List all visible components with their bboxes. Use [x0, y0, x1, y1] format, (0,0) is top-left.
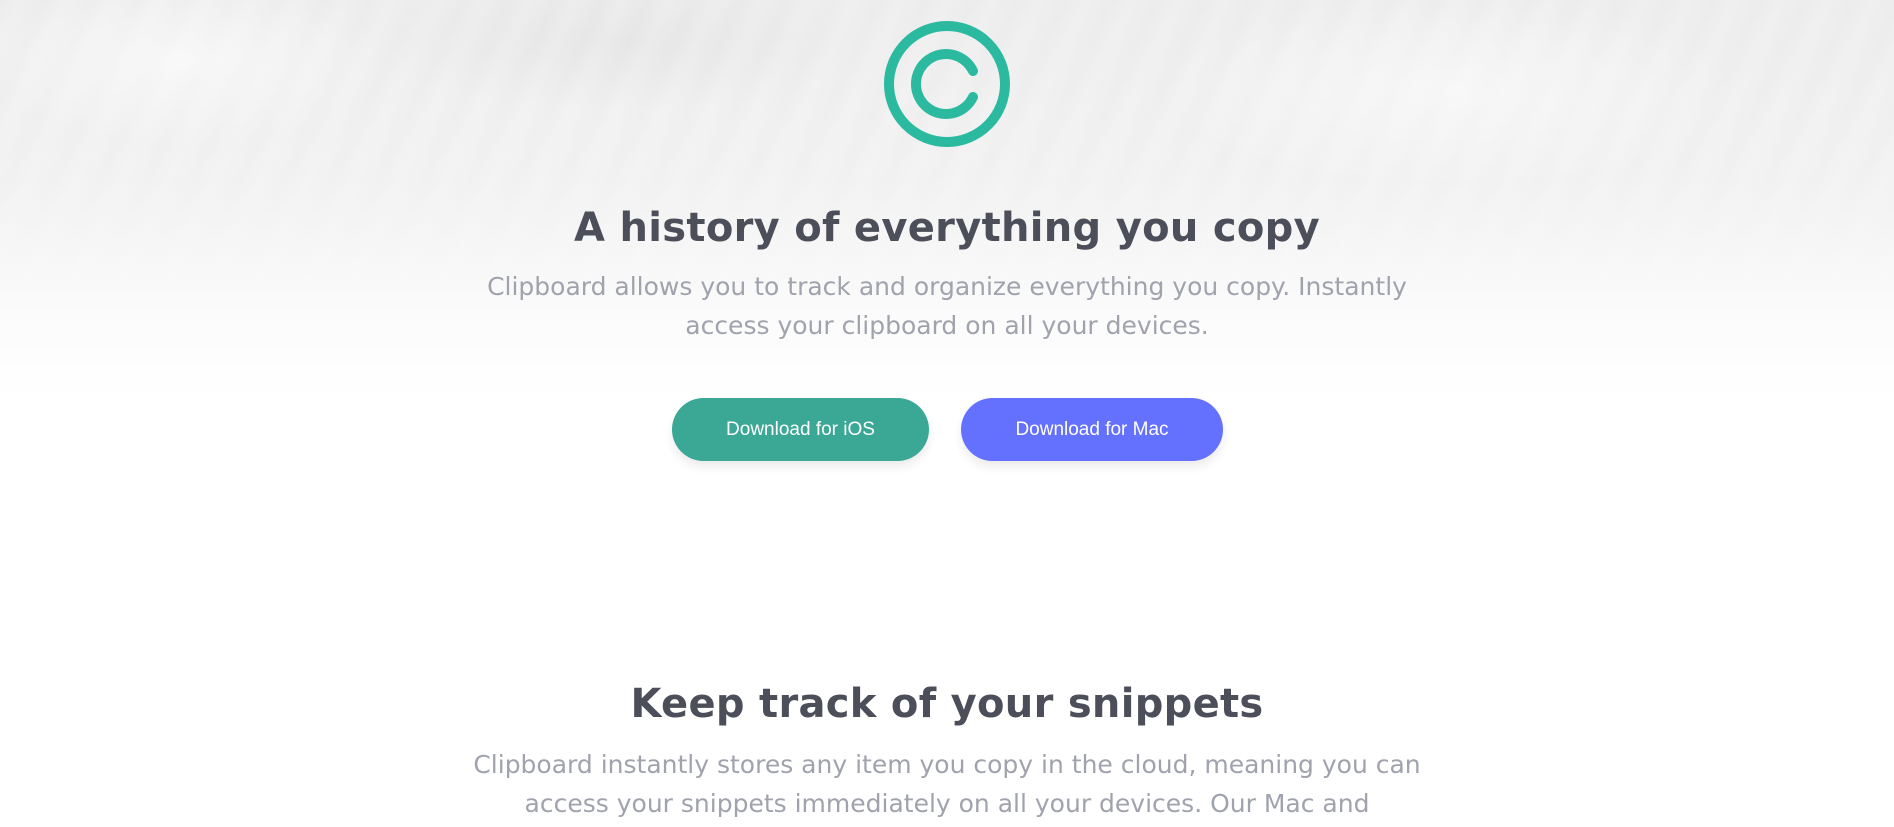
download-ios-button[interactable]: Download for iOS [672, 398, 929, 461]
snippets-section-description: Clipboard instantly stores any item you … [473, 750, 1421, 818]
hero-title: A history of everything you copy [574, 205, 1320, 251]
hero-description: Clipboard allows you to track and organi… [487, 272, 1407, 340]
download-mac-button[interactable]: Download for Mac [961, 398, 1223, 461]
clipboard-logo-icon [884, 21, 1010, 147]
snippets-section-title: Keep track of your snippets [630, 681, 1264, 727]
